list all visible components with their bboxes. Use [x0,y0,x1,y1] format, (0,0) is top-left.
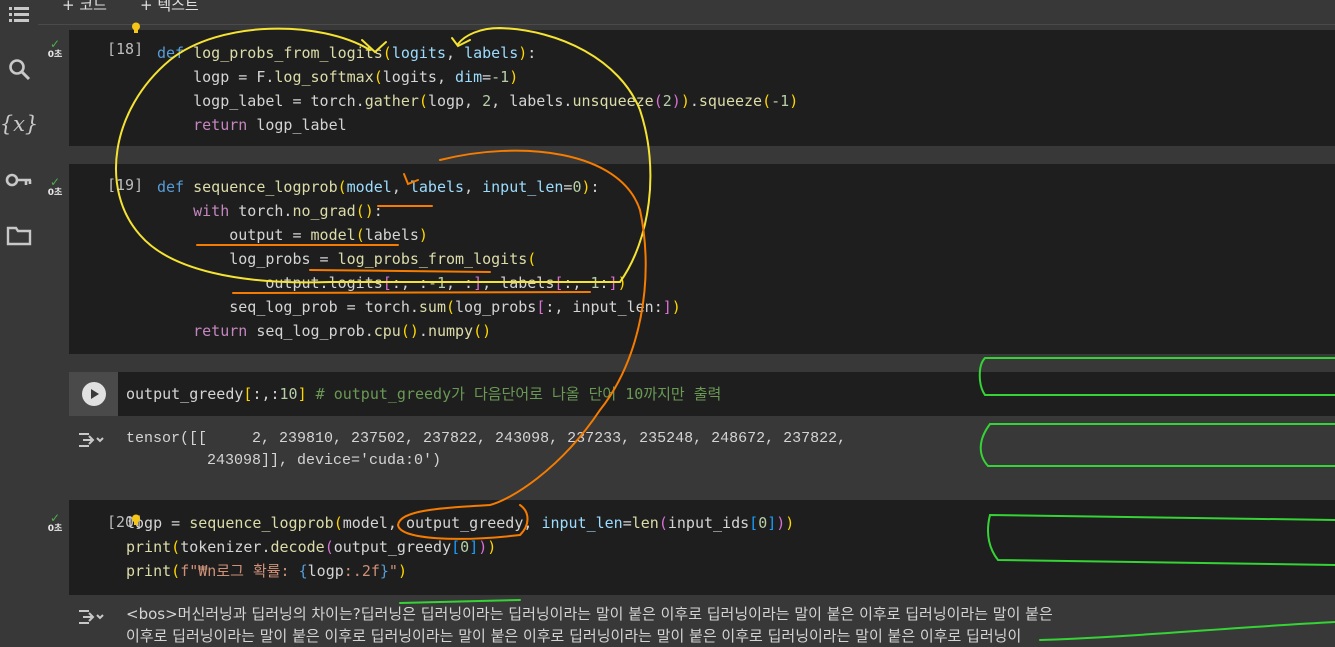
execution-count: [19] [107,176,144,194]
run-cell-strip [69,372,118,416]
code-cell-20[interactable]: [20] logp = sequence_logprob(model, outp… [69,500,1335,595]
key-icon[interactable] [4,165,34,195]
code-editor[interactable]: logp = sequence_logprob(model, output_gr… [126,511,794,583]
output-menu-icon[interactable] [77,605,105,629]
exec-status: ✓ 0초 [45,38,65,61]
exec-time: 0초 [47,188,63,198]
exec-time: 0초 [47,524,63,534]
toc-icon[interactable] [4,0,34,30]
check-icon: ✓ [49,511,61,525]
lightbulb-icon[interactable] [131,22,141,34]
notebook-toolbar: + 코드 + 텍스트 [38,0,1335,25]
code-editor[interactable]: output_greedy[:,:10] # output_greedy가 다음… [126,382,721,406]
exec-status: ✓ 0초 [45,176,65,199]
code-cell-19[interactable]: [19] def sequence_logprob(model, labels,… [69,164,1335,354]
notebook-main: + 코드 + 텍스트 ✓ 0초 [18] def log_probs_from_… [38,0,1335,645]
lightbulb-icon[interactable] [131,514,141,526]
cell-output: <bos>머신러닝과 딥러닝의 차이는?딥러닝은 딥러닝이라는 딥러닝이라는 말… [69,597,1335,645]
output-text: <bos>머신러닝과 딥러닝의 차이는?딥러닝은 딥러닝이라는 딥러닝이라는 말… [126,605,1053,645]
check-icon: ✓ [49,175,61,189]
check-icon: ✓ [49,37,61,51]
add-code-button[interactable]: + 코드 [62,0,107,15]
variables-icon[interactable]: {𝑥} [0,109,38,139]
output-menu-icon[interactable] [77,428,105,452]
execution-count: [18] [107,40,144,58]
search-icon[interactable] [4,54,34,84]
code-editor[interactable]: def sequence_logprob(model, labels, inpu… [157,175,681,343]
folder-icon[interactable] [4,220,34,250]
cell-output: tensor([[ 2, 239810, 237502, 237822, 243… [69,418,1335,480]
code-cell-output-greedy[interactable]: output_greedy[:,:10] # output_greedy가 다음… [69,372,1335,416]
code-cell-18[interactable]: [18] def log_probs_from_logits(logits, l… [69,30,1335,146]
output-text: tensor([[ 2, 239810, 237502, 237822, 243… [126,430,847,469]
left-sidebar: {𝑥} [0,0,38,645]
add-text-button[interactable]: + 텍스트 [140,0,199,15]
run-cell-button[interactable] [81,382,106,406]
code-editor[interactable]: def log_probs_from_logits(logits, labels… [157,41,798,137]
exec-status: ✓ 0초 [45,512,65,535]
exec-time: 0초 [47,50,63,60]
